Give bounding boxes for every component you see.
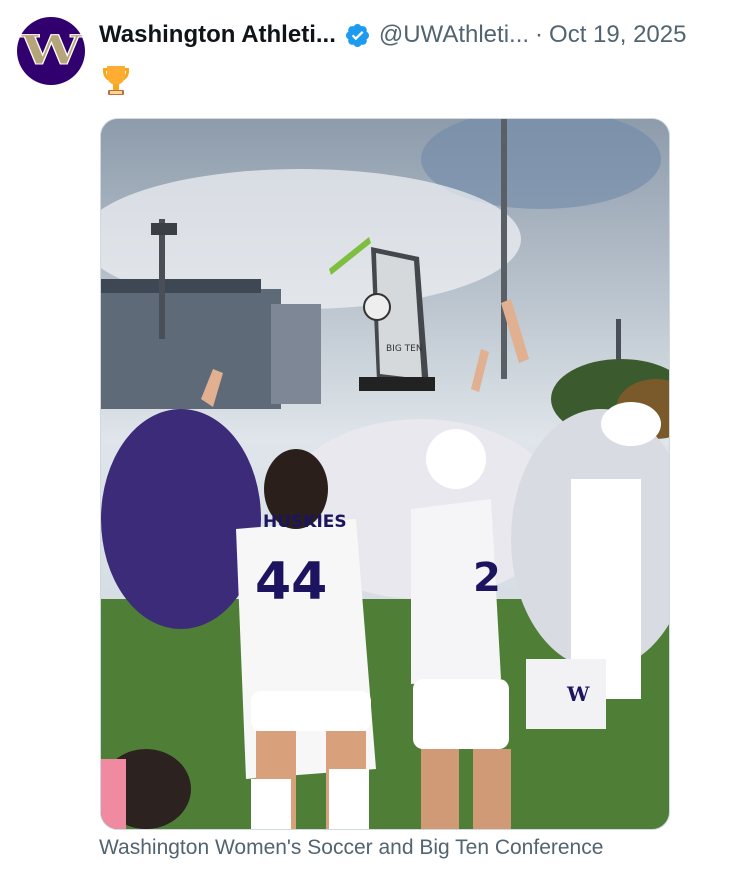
jersey-text: HUSKIES [263,512,347,532]
author-avatar[interactable]: W [17,17,85,85]
post-date[interactable]: Oct 19, 2025 [549,21,686,49]
post-photo[interactable]: HUSKIES 44 2 BIG TEN W [100,118,670,830]
post-header: Washington Athleti... @UWAthleti... · Oc… [99,18,686,52]
author-display-name[interactable]: Washington Athleti... [99,21,336,49]
trophy-icon [99,64,133,98]
shorts-letter: W [566,682,590,706]
author-handle[interactable]: @UWAthleti... [379,21,529,49]
jersey-number-44: 44 [255,552,327,612]
verified-badge-icon[interactable] [344,22,371,49]
header-separator: · [535,21,544,48]
media-caption: Washington Women's Soccer and Big Ten Co… [99,836,604,859]
trophy-label: BIG TEN [386,344,423,354]
avatar-letter: W [20,27,82,74]
jersey-number-2: 2 [473,555,501,601]
